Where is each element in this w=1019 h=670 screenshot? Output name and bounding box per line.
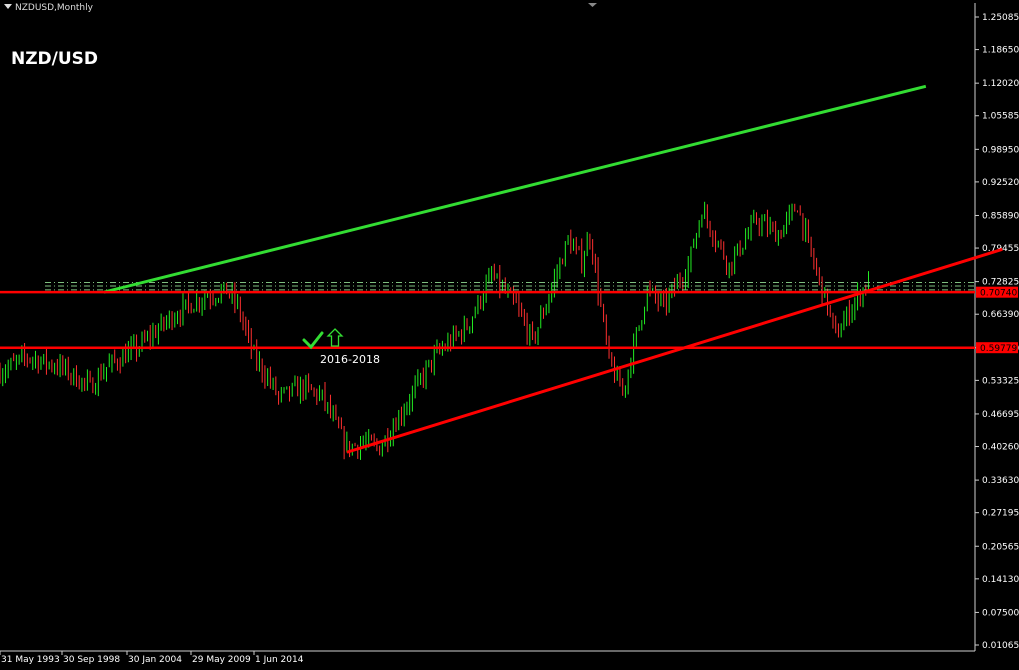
y-tick-label: 0.85890: [982, 211, 1019, 221]
y-tick-label: 1.18650: [982, 46, 1019, 56]
x-tick-label: 1 Jun 2014: [255, 655, 304, 665]
shift-marker-icon: [588, 3, 597, 7]
y-tick-label: 1.05585: [982, 112, 1019, 122]
annotation-text: 2016-2018: [320, 353, 380, 366]
y-tick-label: 1.25085: [982, 13, 1019, 23]
y-tick-label: 0.33630: [982, 476, 1019, 486]
y-tick-label: 1.12020: [982, 79, 1019, 89]
y-tick-label: 0.40260: [982, 443, 1019, 453]
y-tick-label: 0.98950: [982, 145, 1019, 155]
y-tick-label: 0.72825: [982, 278, 1019, 288]
y-tick-label: 0.66390: [982, 310, 1019, 320]
trend-line: [103, 84, 927, 294]
y-tick-label: 0.92520: [982, 178, 1019, 188]
price-tag-label: 0.70740: [980, 289, 1017, 299]
x-tick-label: 30 Sep 1998: [63, 655, 120, 665]
x-tick-label: 29 May 2009: [192, 655, 251, 665]
y-tick-label: 0.14130: [982, 575, 1019, 585]
up-arrow-icon: [326, 328, 344, 347]
x-tick-label: 30 Jan 2004: [128, 655, 182, 665]
chart-title: NZD/USD: [11, 49, 99, 69]
y-tick-label: 0.07500: [982, 608, 1019, 618]
y-tick-label: 0.46695: [982, 410, 1019, 420]
y-tick-label: 0.01065: [982, 641, 1019, 651]
check-icon: [302, 331, 324, 350]
y-tick-label: 0.20565: [982, 542, 1019, 552]
price-chart[interactable]: 1.25085 1.18650 1.12020 1.05585 0.98950 0.925…: [0, 0, 1019, 670]
x-tick-label: 31 May 1993: [1, 655, 60, 665]
chart-window[interactable]: NZDUSD,Monthly 1.25085 1.18650 1.12020 1.05…: [0, 0, 1019, 670]
y-tick-label: 0.53325: [982, 376, 1019, 386]
price-tag-label: 0.59779: [980, 344, 1017, 354]
y-tick-label: 0.27195: [982, 509, 1019, 519]
